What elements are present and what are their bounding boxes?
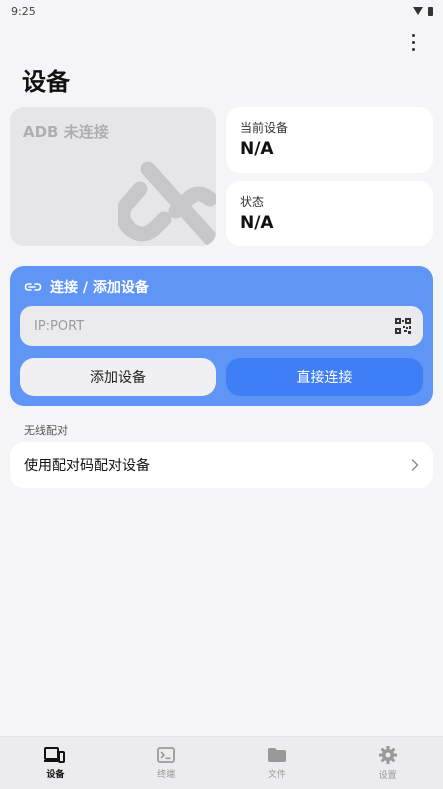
nav-item-files[interactable]: 文件 xyxy=(237,747,317,780)
battery-icon xyxy=(428,6,433,16)
status-caption: 状态 xyxy=(240,195,265,209)
wifi-icon xyxy=(413,7,423,15)
add-device-button[interactable]: 添加设备 xyxy=(20,358,216,396)
wireless-pairing-section-title: 无线配对 xyxy=(24,424,68,437)
connection-status-card: 状态 N/A xyxy=(226,181,433,246)
more-vert-icon xyxy=(411,33,415,37)
folder-icon xyxy=(267,747,286,762)
nav-label-terminal: 终端 xyxy=(157,769,176,780)
device-icon xyxy=(44,746,66,763)
status-time: 9:25 xyxy=(11,4,36,18)
nav-item-settings[interactable]: 设置 xyxy=(348,745,428,781)
adb-status-card: ADB 未连接 xyxy=(10,107,216,246)
link-icon xyxy=(24,283,42,291)
terminal-icon xyxy=(157,746,176,763)
status-bar: 9:25 xyxy=(0,0,443,22)
nav-label-files: 文件 xyxy=(267,769,286,780)
qr-code-icon[interactable] xyxy=(395,318,411,334)
connect-panel: 连接 / 添加设备 添加设备 直接连接 xyxy=(10,266,433,406)
nav-label-device: 设备 xyxy=(46,769,65,780)
address-field[interactable] xyxy=(20,306,423,346)
ip-port-input[interactable] xyxy=(34,318,374,334)
link-off-icon xyxy=(118,161,216,246)
page-title: 设备 xyxy=(22,68,70,96)
current-device-card: 当前设备 N/A xyxy=(226,107,433,173)
pair-with-code-item[interactable]: 使用配对码配对设备 xyxy=(10,442,433,488)
nav-item-device[interactable]: 设备 xyxy=(15,746,95,780)
chevron-right-icon xyxy=(411,459,419,471)
adb-status-label: ADB 未连接 xyxy=(23,123,109,141)
connect-panel-title: 连接 / 添加设备 xyxy=(50,280,149,296)
more-options-button[interactable] xyxy=(403,31,423,53)
current-device-value: N/A xyxy=(240,139,274,159)
pair-with-code-label: 使用配对码配对设备 xyxy=(24,458,150,474)
nav-label-settings: 设置 xyxy=(378,770,397,781)
nav-item-terminal[interactable]: 终端 xyxy=(126,746,206,780)
gear-icon xyxy=(378,745,397,764)
direct-connect-button[interactable]: 直接连接 xyxy=(226,358,423,396)
connect-panel-header: 连接 / 添加设备 xyxy=(24,277,149,297)
bottom-navigation: 设备 终端 文件 设置 xyxy=(0,736,443,789)
current-device-caption: 当前设备 xyxy=(240,121,289,135)
status-value: N/A xyxy=(240,213,274,233)
